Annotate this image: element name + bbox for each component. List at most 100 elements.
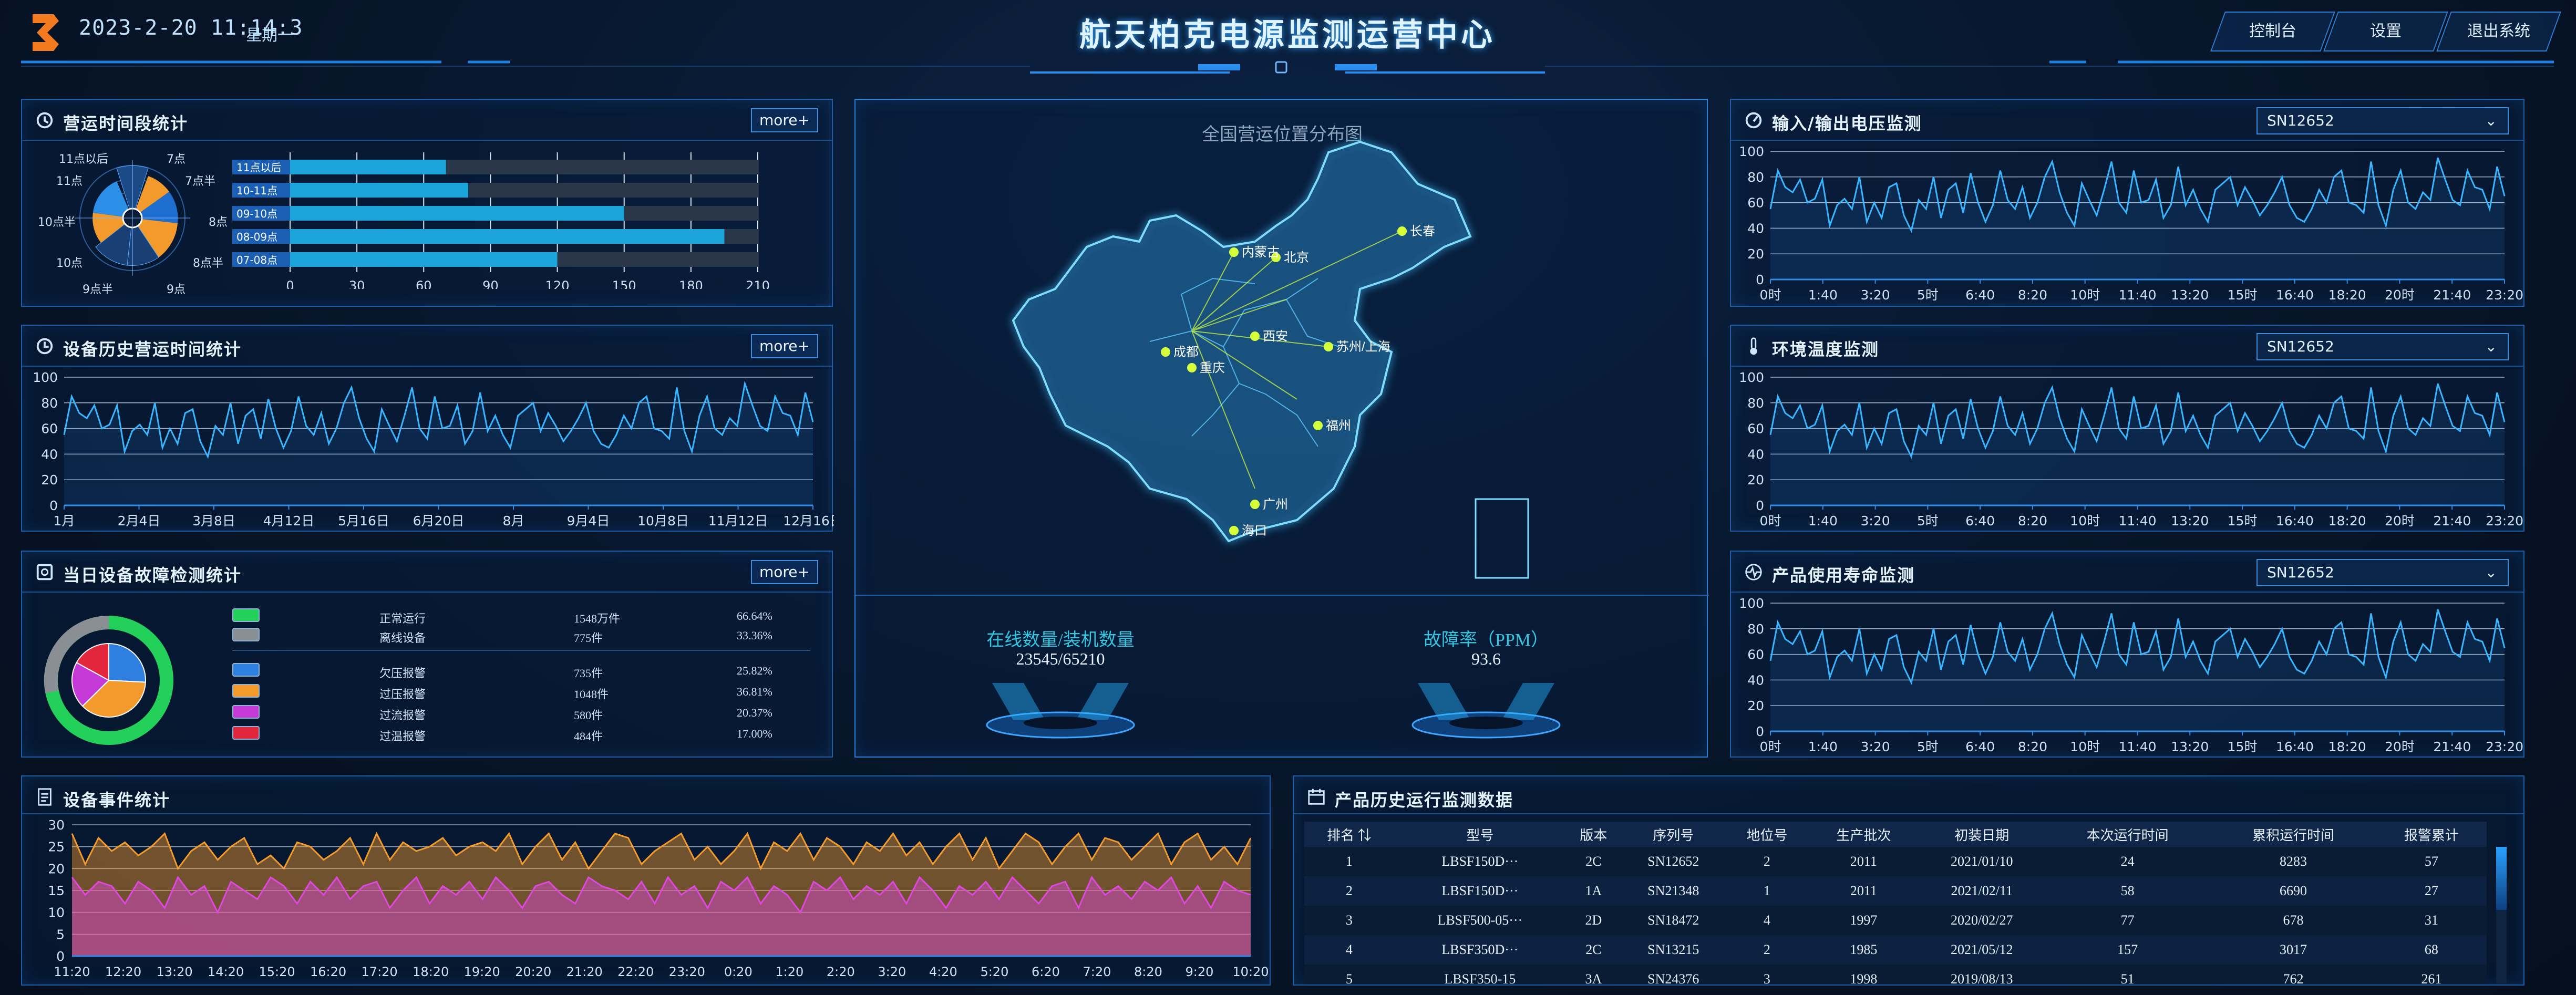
legend-pct: 20.37% — [737, 706, 772, 719]
table-row[interactable]: 3 LBSF500-05··· 2D SN18472 4 1997 2020/02/27 77… — [1304, 906, 2487, 935]
legend-pct: 25.82% — [737, 664, 772, 677]
y-tick-label: 20 — [48, 861, 65, 876]
legend-label: 过温报警 — [379, 730, 426, 743]
x-tick-label: 10时 — [2070, 739, 2100, 754]
panel-title: 设备事件统计 — [63, 790, 171, 810]
x-tick-label: 4月12日 — [263, 513, 315, 528]
table-cell: 5 — [1345, 971, 1353, 986]
y-tick-label: 40 — [1747, 672, 1764, 688]
legend-label: 欠压报警 — [379, 667, 426, 680]
city-label: 福州 — [1326, 419, 1351, 433]
console-button[interactable]: 控制台 — [2210, 12, 2335, 51]
temperature-line-chart: 100 80 60 40 20 00时 1:40 3:20 5时 6:40 8:20 10时 11:40… — [1739, 370, 2523, 528]
table-cell: 27 — [2424, 883, 2438, 898]
x-tick-label: 9月4日 — [567, 513, 610, 528]
table-cell: LBSF150D··· — [1441, 883, 1519, 898]
x-tick-label: 16:40 — [2276, 513, 2314, 528]
x-tick-label: 15:20 — [259, 965, 295, 979]
device-select[interactable]: SN12652 ⌄ — [2256, 333, 2509, 360]
table-cell: 77 — [2120, 913, 2135, 928]
table-row[interactable]: 4 LBSF350D··· 2C SN13215 2 1985 2021/05/12 157 3… — [1304, 935, 2487, 965]
more-button[interactable]: more+ — [751, 334, 818, 358]
x-tick-label: 10:20 — [1232, 965, 1269, 979]
legend-label: 离线设备 — [379, 631, 426, 645]
device-select[interactable]: SN12652 ⌄ — [2256, 559, 2509, 586]
column-header[interactable]: 报警累计 — [2376, 822, 2487, 847]
table-cell: 57 — [2424, 854, 2438, 869]
x-tick-label: 1:20 — [775, 965, 803, 979]
table-cell: 2C — [1585, 942, 1602, 957]
header-frame — [21, 60, 2554, 74]
y-tick-label: 80 — [41, 396, 58, 411]
tick-label: 90 — [482, 278, 499, 289]
legend-count: 775件 — [574, 631, 603, 645]
device-select[interactable]: SN12652 ⌄ — [2256, 107, 2509, 134]
x-tick-label: 12:20 — [105, 965, 141, 979]
history-table-panel: 产品历史运行监测数据 排名 ⇅ 型号 版本 序列号 地位号 生产批次 初装日期 本次运行时间累… — [1293, 775, 2525, 986]
tick-label: 180 — [679, 278, 703, 289]
city-label: 成都 — [1173, 345, 1199, 359]
legend-swatch — [232, 726, 260, 740]
x-tick-label: 8:20 — [2018, 287, 2047, 303]
table-row[interactable]: 5 LBSF350-15 3A SN24376 3 1998 2019/08/13 51 762… — [1304, 965, 2487, 986]
x-tick-label: 10时 — [2070, 287, 2100, 303]
column-header[interactable]: 排名 ⇅ — [1304, 822, 1394, 847]
table-cell: 2D — [1585, 913, 1602, 928]
rose-label: 10点半 — [38, 216, 76, 229]
scrollbar[interactable] — [2496, 847, 2507, 983]
x-tick-label: 13:20 — [2171, 513, 2209, 528]
x-tick-label: 1:40 — [1808, 513, 1838, 528]
events-panel: 设备事件统计 30 25 20 15 10 5 0 11:20 12:20 13:20 14:20 1… — [21, 775, 1271, 986]
x-tick-label: 0时 — [1760, 287, 1781, 303]
more-button[interactable]: more+ — [751, 108, 818, 132]
table-cell: SN21348 — [1647, 883, 1699, 898]
table-row[interactable]: 2 LBSF150D··· 1A SN21348 1 2011 2021/02/11 58 66… — [1304, 876, 2487, 906]
column-header[interactable]: 版本 — [1566, 822, 1621, 847]
table-cell: 4 — [1345, 942, 1353, 957]
city-label: 海口 — [1242, 524, 1267, 538]
x-tick-label: 3:20 — [1861, 287, 1890, 303]
table-row[interactable]: 1 LBSF150D··· 2C SN12652 2 2011 2021/01/10 24 82… — [1304, 847, 2487, 876]
legend-count: 580件 — [574, 709, 603, 722]
x-tick-label: 6:20 — [1032, 965, 1060, 979]
x-tick-label: 0时 — [1760, 739, 1781, 754]
settings-button[interactable]: 设置 — [2323, 12, 2448, 51]
calendar-icon — [1308, 789, 1325, 805]
column-header[interactable]: 累积运行时间 — [2210, 822, 2376, 847]
x-tick-label: 8:20 — [2018, 739, 2047, 754]
column-header[interactable]: 地位号 — [1726, 822, 1809, 847]
x-tick-label: 21:40 — [2433, 513, 2471, 528]
x-tick-label: 6:40 — [1965, 739, 1995, 754]
rose-label: 8点 — [209, 216, 228, 229]
column-header[interactable]: 序列号 — [1621, 822, 1726, 847]
map-panel: 全国营运位置分布图 长春 内蒙古 北京 西安 成都 重庆 苏州/上海 福州 广州… — [854, 99, 1709, 758]
logout-button[interactable]: 退出系统 — [2436, 12, 2561, 51]
fault-rate-value: 93.6 — [1471, 649, 1501, 668]
operating-time-bar-chart: 0 30 60 90 120 150 180 210 11点以后 10-11点 09-10点 08-0… — [232, 152, 770, 289]
x-tick-label: 15时 — [2228, 513, 2258, 528]
y-tick-label: 0 — [1756, 724, 1764, 739]
table-cell: 157 — [2117, 942, 2138, 957]
city-label: 重庆 — [1200, 361, 1225, 375]
x-tick-label: 21:40 — [2433, 287, 2471, 303]
legend-pct: 66.64% — [737, 609, 772, 623]
x-tick-label: 3:20 — [1861, 739, 1890, 754]
y-tick-label: 100 — [33, 370, 58, 385]
panel-title: 设备历史营运时间统计 — [63, 339, 242, 359]
x-tick-label: 2:20 — [827, 965, 855, 979]
thermometer-icon — [1750, 337, 1757, 355]
series-area — [1770, 158, 2505, 279]
x-tick-label: 3月8日 — [192, 513, 235, 528]
fault-donut-chart — [44, 615, 173, 745]
column-header[interactable]: 型号 — [1394, 822, 1566, 847]
scrollbar-thumb[interactable] — [2496, 847, 2507, 910]
x-tick-label: 23:20 — [2486, 513, 2523, 528]
more-button[interactable]: more+ — [751, 560, 818, 584]
series-area — [1770, 609, 2505, 731]
column-header[interactable]: 本次运行时间 — [2045, 822, 2210, 847]
x-tick-label: 11:40 — [2118, 287, 2156, 303]
column-header[interactable]: 初装日期 — [1919, 822, 2045, 847]
column-header[interactable]: 生产批次 — [1808, 822, 1919, 847]
table-cell: 1998 — [1850, 971, 1878, 986]
legend-swatch — [232, 684, 260, 698]
